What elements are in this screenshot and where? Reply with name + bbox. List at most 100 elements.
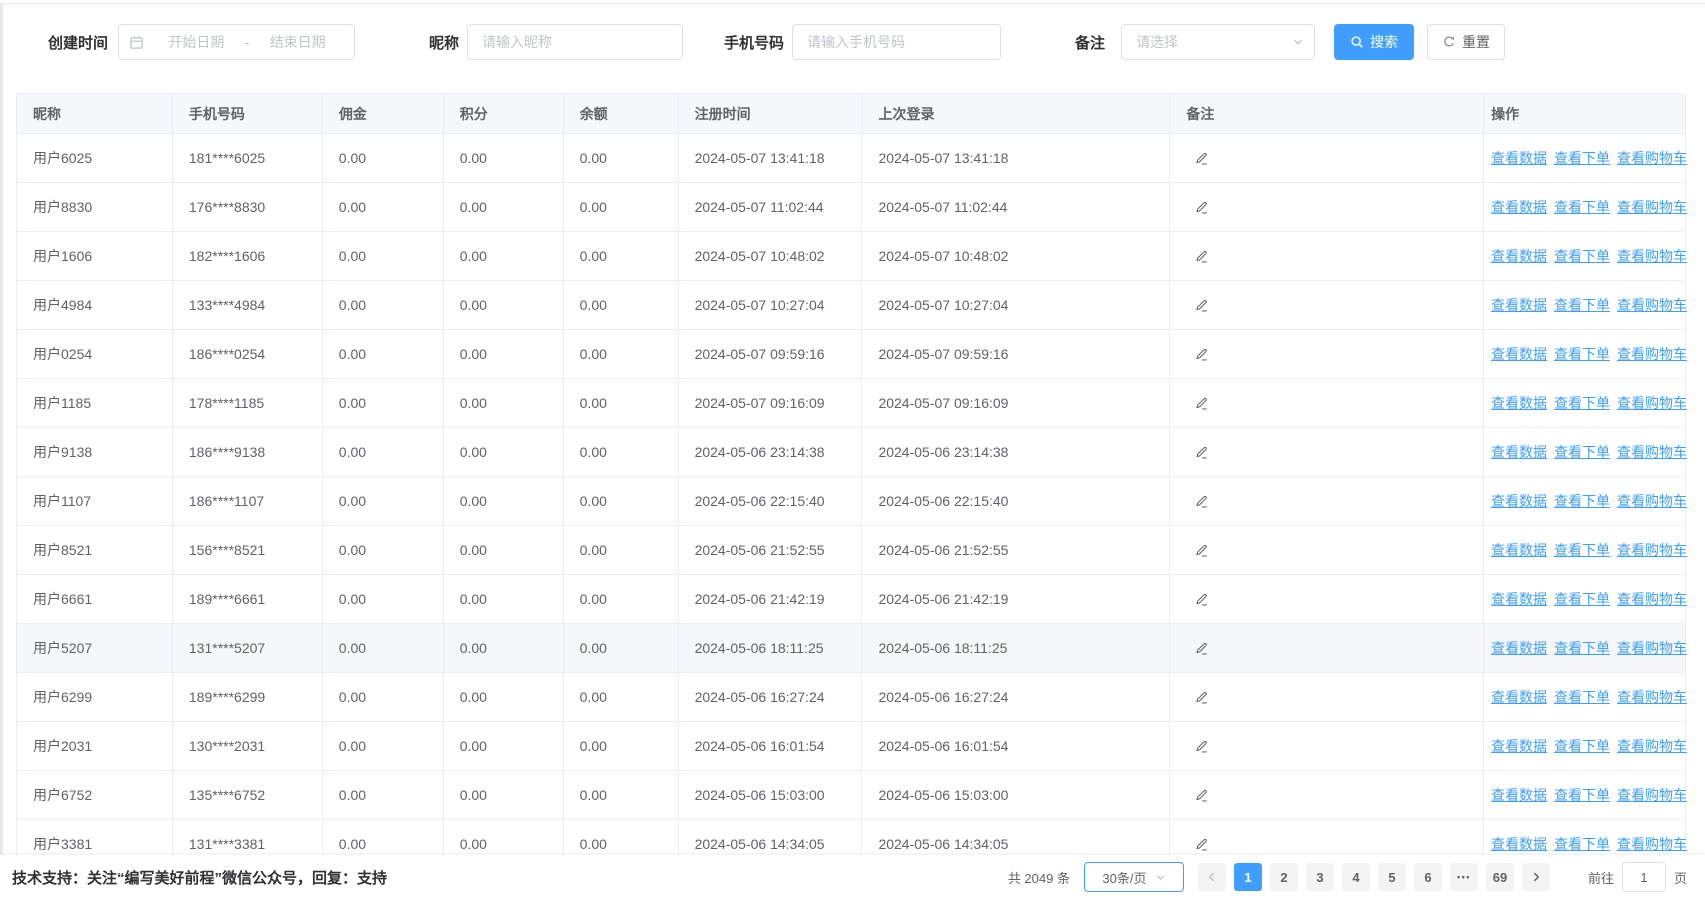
- cell-register_time: 2024-05-07 09:16:09: [679, 379, 863, 427]
- view-cart-link[interactable]: 查看购物车: [1617, 148, 1687, 168]
- edit-remark-icon[interactable]: [1194, 592, 1209, 607]
- view-orders-link[interactable]: 查看下单: [1554, 491, 1610, 511]
- view-cart-link[interactable]: 查看购物车: [1617, 246, 1687, 266]
- view-data-link[interactable]: 查看数据: [1491, 442, 1547, 462]
- page-button-6[interactable]: 6: [1414, 863, 1442, 891]
- search-button-label: 搜索: [1370, 32, 1398, 52]
- edit-remark-icon[interactable]: [1194, 445, 1209, 460]
- view-orders-link[interactable]: 查看下单: [1554, 442, 1610, 462]
- page-button-3[interactable]: 3: [1306, 863, 1334, 891]
- edit-remark-icon[interactable]: [1194, 543, 1209, 558]
- view-orders-link[interactable]: 查看下单: [1554, 785, 1610, 805]
- view-data-link[interactable]: 查看数据: [1491, 638, 1547, 658]
- column-header-5: 注册时间: [679, 94, 863, 133]
- view-orders-link[interactable]: 查看下单: [1554, 197, 1610, 217]
- view-data-link[interactable]: 查看数据: [1491, 540, 1547, 560]
- view-orders-link[interactable]: 查看下单: [1554, 344, 1610, 364]
- view-cart-link[interactable]: 查看购物车: [1617, 540, 1687, 560]
- view-data-link[interactable]: 查看数据: [1491, 687, 1547, 707]
- view-orders-link[interactable]: 查看下单: [1554, 736, 1610, 756]
- view-data-link[interactable]: 查看数据: [1491, 148, 1547, 168]
- view-orders-link[interactable]: 查看下单: [1554, 687, 1610, 707]
- edit-remark-icon[interactable]: [1194, 837, 1209, 852]
- view-cart-link[interactable]: 查看购物车: [1617, 687, 1687, 707]
- edit-remark-icon[interactable]: [1194, 494, 1209, 509]
- view-data-link[interactable]: 查看数据: [1491, 197, 1547, 217]
- view-orders-link[interactable]: 查看下单: [1554, 638, 1610, 658]
- page-button-5[interactable]: 5: [1378, 863, 1406, 891]
- cell-actions: 查看数据查看下单查看购物车: [1484, 575, 1686, 623]
- edit-remark-icon[interactable]: [1194, 690, 1209, 705]
- page-size-select[interactable]: 30条/页: [1084, 862, 1184, 892]
- column-header-6: 上次登录: [863, 94, 1171, 133]
- goto-page-input[interactable]: [1622, 862, 1666, 892]
- cell-balance: 0.00: [564, 526, 679, 574]
- reset-button[interactable]: 重置: [1427, 24, 1505, 60]
- view-data-link[interactable]: 查看数据: [1491, 246, 1547, 266]
- phone-input[interactable]: [792, 24, 1001, 60]
- view-cart-link[interactable]: 查看购物车: [1617, 442, 1687, 462]
- view-cart-link[interactable]: 查看购物车: [1617, 834, 1687, 854]
- table-row: 用户6752135****67520.000.000.002024-05-06 …: [17, 771, 1686, 820]
- view-data-link[interactable]: 查看数据: [1491, 295, 1547, 315]
- cell-points: 0.00: [444, 673, 564, 721]
- view-data-link[interactable]: 查看数据: [1491, 785, 1547, 805]
- view-data-link[interactable]: 查看数据: [1491, 393, 1547, 413]
- edit-remark-icon[interactable]: [1194, 249, 1209, 264]
- table-row: 用户6025181****60250.000.000.002024-05-07 …: [17, 134, 1686, 183]
- view-cart-link[interactable]: 查看购物车: [1617, 491, 1687, 511]
- view-data-link[interactable]: 查看数据: [1491, 736, 1547, 756]
- edit-remark-icon[interactable]: [1194, 200, 1209, 215]
- page-button-4[interactable]: 4: [1342, 863, 1370, 891]
- page-button-2[interactable]: 2: [1270, 863, 1298, 891]
- view-cart-link[interactable]: 查看购物车: [1617, 785, 1687, 805]
- view-orders-link[interactable]: 查看下单: [1554, 295, 1610, 315]
- view-cart-link[interactable]: 查看购物车: [1617, 295, 1687, 315]
- cell-points: 0.00: [444, 477, 564, 525]
- view-orders-link[interactable]: 查看下单: [1554, 589, 1610, 609]
- view-cart-link[interactable]: 查看购物车: [1617, 736, 1687, 756]
- page-button-1[interactable]: 1: [1234, 863, 1262, 891]
- page-button-69[interactable]: 69: [1486, 863, 1514, 891]
- edit-remark-icon[interactable]: [1194, 347, 1209, 362]
- cell-register_time: 2024-05-06 15:03:00: [679, 771, 863, 819]
- edit-remark-icon[interactable]: [1194, 396, 1209, 411]
- view-cart-link[interactable]: 查看购物车: [1617, 638, 1687, 658]
- edit-remark-icon[interactable]: [1194, 788, 1209, 803]
- view-orders-link[interactable]: 查看下单: [1554, 246, 1610, 266]
- view-data-link[interactable]: 查看数据: [1491, 834, 1547, 854]
- table-row: 用户4984133****49840.000.000.002024-05-07 …: [17, 281, 1686, 330]
- remark-select[interactable]: 请选择: [1121, 24, 1315, 60]
- nickname-input[interactable]: [467, 24, 683, 60]
- view-data-link[interactable]: 查看数据: [1491, 344, 1547, 364]
- view-orders-link[interactable]: 查看下单: [1554, 834, 1610, 854]
- view-data-link[interactable]: 查看数据: [1491, 589, 1547, 609]
- edit-remark-icon[interactable]: [1194, 151, 1209, 166]
- cell-balance: 0.00: [564, 673, 679, 721]
- edit-remark-icon[interactable]: [1194, 739, 1209, 754]
- remark-label: 备注: [1075, 32, 1105, 53]
- view-orders-link[interactable]: 查看下单: [1554, 540, 1610, 560]
- view-data-link[interactable]: 查看数据: [1491, 491, 1547, 511]
- chevron-left-icon: [1206, 871, 1218, 883]
- cell-balance: 0.00: [564, 183, 679, 231]
- edit-remark-icon[interactable]: [1194, 641, 1209, 656]
- cell-nickname: 用户1185: [17, 379, 173, 427]
- prev-page-button[interactable]: [1198, 863, 1226, 891]
- edit-remark-icon[interactable]: [1194, 298, 1209, 313]
- view-cart-link[interactable]: 查看购物车: [1617, 344, 1687, 364]
- cell-balance: 0.00: [564, 379, 679, 427]
- date-start-placeholder[interactable]: 开始日期: [150, 32, 243, 52]
- refresh-icon: [1442, 35, 1456, 49]
- pagination-ellipsis[interactable]: •••: [1450, 863, 1478, 891]
- view-orders-link[interactable]: 查看下单: [1554, 393, 1610, 413]
- view-cart-link[interactable]: 查看购物车: [1617, 197, 1687, 217]
- next-page-button[interactable]: [1522, 863, 1550, 891]
- date-end-placeholder[interactable]: 结束日期: [251, 32, 344, 52]
- date-range-picker[interactable]: 开始日期 - 结束日期: [118, 24, 355, 60]
- view-cart-link[interactable]: 查看购物车: [1617, 393, 1687, 413]
- search-button[interactable]: 搜索: [1334, 24, 1414, 60]
- cell-nickname: 用户0254: [17, 330, 173, 378]
- view-orders-link[interactable]: 查看下单: [1554, 148, 1610, 168]
- view-cart-link[interactable]: 查看购物车: [1617, 589, 1687, 609]
